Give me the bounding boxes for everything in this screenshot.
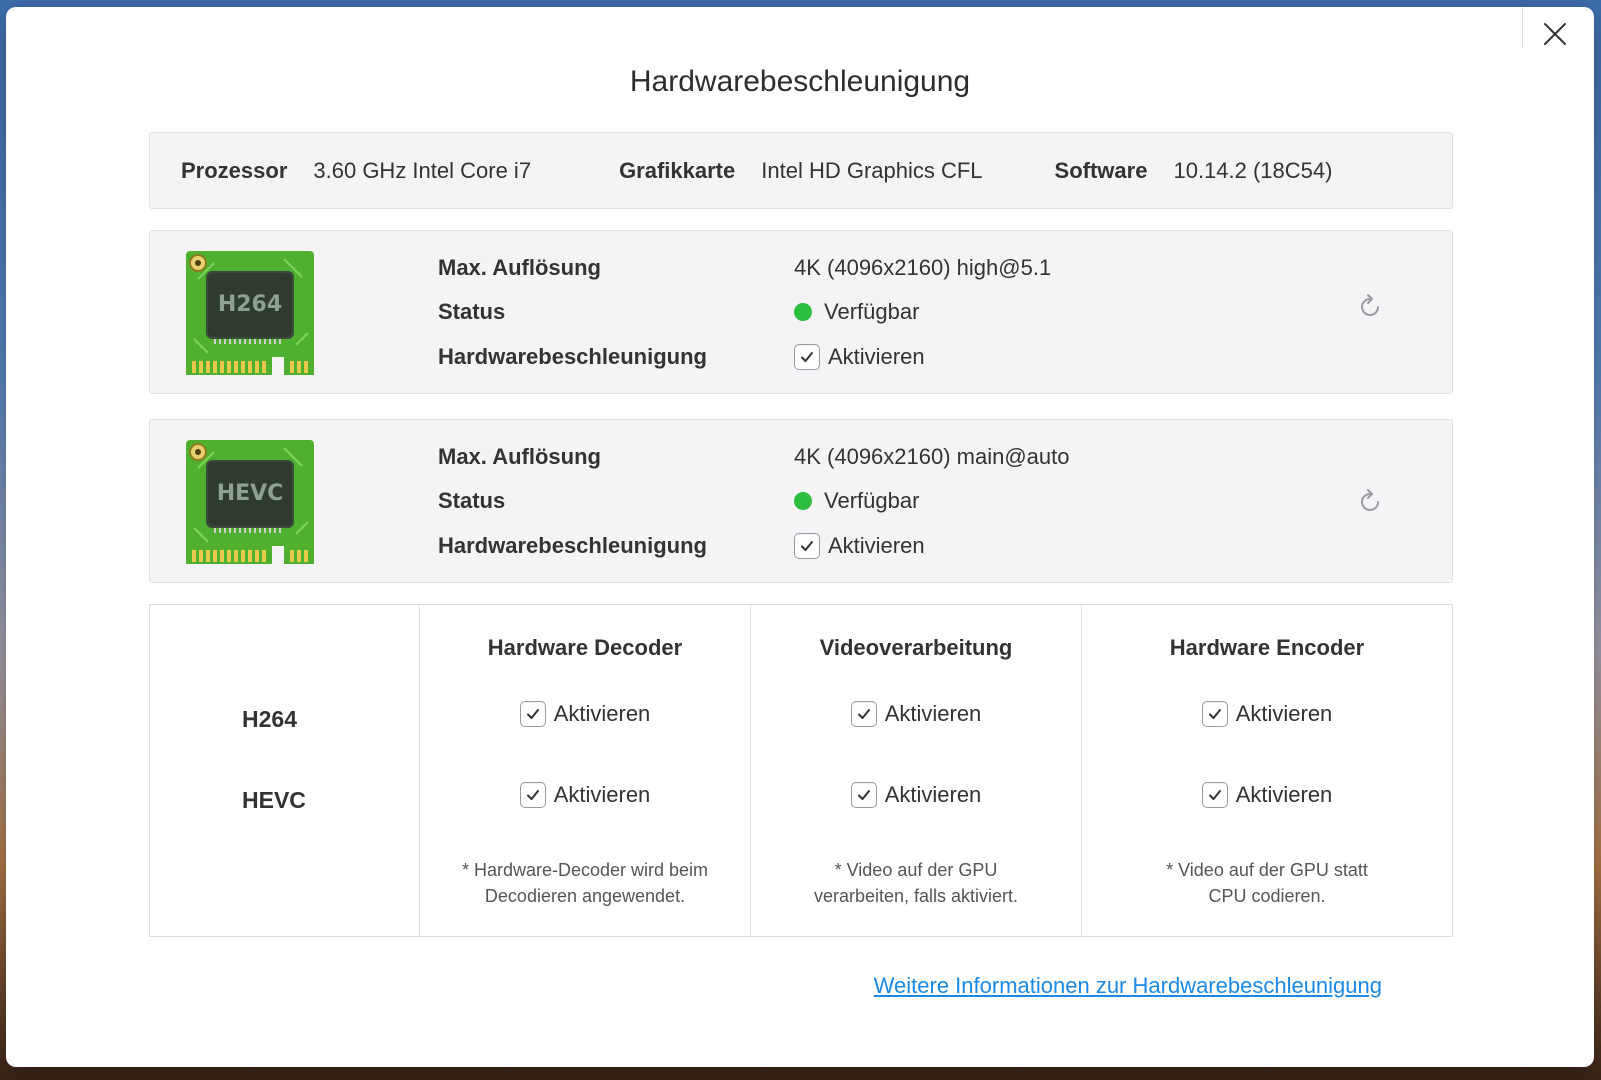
max-resolution-label: Max. Auflösung [438, 255, 601, 280]
checkmark-icon [526, 709, 539, 719]
hw-accel-checkbox[interactable] [794, 344, 820, 370]
processing-h264-checkbox[interactable] [850, 701, 877, 727]
encoder-hevc-option[interactable]: Aktivieren [1082, 782, 1452, 808]
chip-label: H264 [218, 292, 282, 317]
note-line: * Video auf der GPU statt [1166, 860, 1368, 880]
column-header: Hardware Encoder [1169, 635, 1365, 660]
hw-accel-row: Hardwarebeschleunigung Aktivieren [438, 531, 925, 561]
hw-accel-label: Hardwarebeschleunigung [438, 344, 707, 369]
decoder-hevc-label[interactable]: Aktivieren [554, 782, 651, 808]
hevc-chip-icon: HEVC [186, 440, 314, 566]
hw-accel-checkbox[interactable] [794, 533, 820, 559]
status-value-wrap: Verfügbar [794, 299, 919, 325]
decoder-hevc-option[interactable]: Aktivieren [420, 782, 750, 808]
system-info-panel: Prozessor 3.60 GHz Intel Core i7 Grafikk… [149, 132, 1453, 209]
encoder-h264-option[interactable]: Aktivieren [1082, 701, 1452, 727]
close-area [1522, 7, 1594, 49]
encoder-h264-checkbox[interactable] [1201, 701, 1228, 727]
note-line: * Video auf der GPU [834, 860, 998, 880]
processor-value: 3.60 GHz Intel Core i7 [313, 157, 532, 183]
status-row: Status Verfügbar [438, 297, 919, 327]
hw-accel-label: Hardwarebeschleunigung [438, 533, 707, 558]
processing-hevc-checkbox[interactable] [850, 782, 877, 808]
chip-label: HEVC [217, 481, 284, 506]
checkmark-icon [801, 352, 813, 362]
hardware-acceleration-dialog: Hardwarebeschleunigung Prozessor 3.60 GH… [6, 7, 1594, 1067]
max-resolution-value: 4K (4096x2160) high@5.1 [794, 255, 1052, 280]
processor-label: Prozessor [181, 157, 288, 183]
feature-matrix: H264 HEVC Hardware Decoder Aktivieren Ak… [149, 604, 1453, 937]
encoder-note: * Video auf der GPU statt CPU codieren. [1082, 857, 1452, 909]
decoder-h264-label[interactable]: Aktivieren [554, 701, 651, 727]
checkmark-icon [1208, 709, 1221, 719]
note-line: verarbeiten, falls aktiviert. [813, 886, 1019, 906]
status-value-wrap: Verfügbar [794, 488, 919, 514]
decoder-hevc-checkbox[interactable] [519, 782, 546, 808]
max-resolution-row: Max. Auflösung 4K (4096x2160) main@auto [438, 442, 1070, 472]
status-label: Status [438, 488, 506, 513]
matrix-row-labels: H264 HEVC [150, 605, 420, 936]
hw-accel-row: Hardwarebeschleunigung Aktivieren [438, 342, 925, 372]
column-video-processing: Videoverarbeitung Aktivieren Aktivieren … [751, 605, 1082, 936]
max-resolution-value: 4K (4096x2160) main@auto [794, 444, 1070, 469]
column-header: Hardware Decoder [487, 635, 683, 660]
gpu-value: Intel HD Graphics CFL [761, 157, 983, 183]
max-resolution-row: Max. Auflösung 4K (4096x2160) high@5.1 [438, 253, 1051, 283]
status-label: Status [438, 299, 506, 324]
row-label-h264: H264 [242, 706, 297, 732]
processing-note: * Video auf der GPU verarbeiten, falls a… [751, 857, 1081, 909]
decoder-h264-checkbox[interactable] [519, 701, 546, 727]
checkmark-icon [1208, 790, 1221, 800]
encoder-h264-label[interactable]: Aktivieren [1236, 701, 1333, 727]
processing-hevc-label[interactable]: Aktivieren [885, 782, 982, 808]
more-info-link[interactable]: Weitere Informationen zur Hardwarebeschl… [874, 973, 1382, 999]
row-label-hevc: HEVC [242, 787, 306, 813]
hw-accel-checkbox-wrap[interactable]: Aktivieren [794, 533, 925, 559]
status-row: Status Verfügbar [438, 486, 919, 516]
processing-h264-option[interactable]: Aktivieren [751, 701, 1081, 727]
software-label: Software [1054, 157, 1148, 183]
column-header: Videoverarbeitung [819, 635, 1013, 660]
encoder-hevc-checkbox[interactable] [1201, 782, 1228, 808]
dialog-title: Hardwarebeschleunigung [629, 65, 971, 98]
codec-panel-h264: H264 Max. Auflösung 4K (4096x2160) high@… [149, 230, 1453, 394]
checkmark-icon [857, 709, 870, 719]
note-line: * Hardware-Decoder wird beim [461, 860, 709, 880]
hw-accel-checkbox-label[interactable]: Aktivieren [828, 344, 925, 370]
hw-accel-checkbox-wrap[interactable]: Aktivieren [794, 344, 925, 370]
close-icon[interactable] [1542, 21, 1568, 47]
refresh-icon[interactable] [1356, 488, 1384, 516]
processing-h264-label[interactable]: Aktivieren [885, 701, 982, 727]
software-value: 10.14.2 (18C54) [1173, 157, 1333, 183]
checkmark-icon [857, 790, 870, 800]
h264-chip-icon: H264 [186, 251, 314, 377]
max-resolution-label: Max. Auflösung [438, 444, 601, 469]
column-hardware-decoder: Hardware Decoder Aktivieren Aktivieren *… [420, 605, 751, 936]
column-hardware-encoder: Hardware Encoder Aktivieren Aktivieren *… [1082, 605, 1452, 936]
decoder-note: * Hardware-Decoder wird beim Decodieren … [420, 857, 750, 909]
checkmark-icon [801, 541, 813, 551]
refresh-icon[interactable] [1356, 293, 1384, 321]
decoder-h264-option[interactable]: Aktivieren [420, 701, 750, 727]
gpu-label: Grafikkarte [619, 157, 736, 183]
codec-panel-hevc: HEVC Max. Auflösung 4K (4096x2160) main@… [149, 419, 1453, 583]
status-value: Verfügbar [824, 299, 920, 324]
checkmark-icon [526, 790, 539, 800]
status-indicator-icon [794, 303, 812, 321]
note-line: Decodieren angewendet. [484, 886, 686, 906]
status-indicator-icon [794, 492, 812, 510]
hw-accel-checkbox-label[interactable]: Aktivieren [828, 533, 925, 559]
processing-hevc-option[interactable]: Aktivieren [751, 782, 1081, 808]
encoder-hevc-label[interactable]: Aktivieren [1236, 782, 1333, 808]
note-line: CPU codieren. [1208, 886, 1326, 906]
status-value: Verfügbar [824, 488, 920, 513]
